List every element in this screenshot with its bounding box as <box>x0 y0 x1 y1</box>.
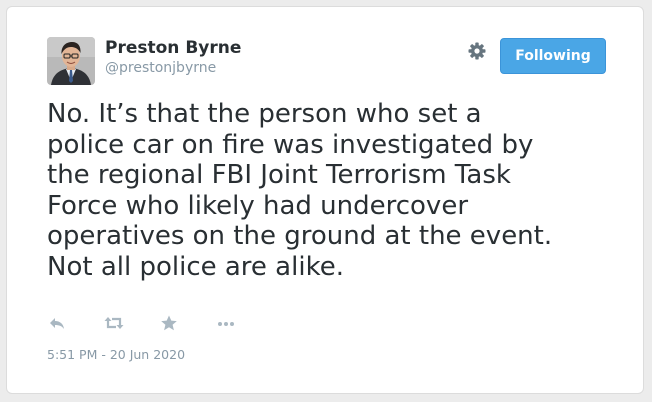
author-name[interactable]: Preston Byrne <box>105 38 241 58</box>
gear-icon[interactable] <box>467 41 487 61</box>
tweet-timestamp[interactable]: 5:51 PM - 20 Jun 2020 <box>47 347 185 362</box>
avatar[interactable] <box>47 37 95 85</box>
tweet-card: Preston Byrne @prestonjbyrne Following N… <box>6 6 644 394</box>
more-icon[interactable] <box>215 314 235 332</box>
author-handle[interactable]: @prestonjbyrne <box>105 60 216 76</box>
reply-icon[interactable] <box>47 314 67 332</box>
following-button[interactable]: Following <box>500 38 606 74</box>
retweet-icon[interactable] <box>103 314 124 332</box>
tweet-text: No. It’s that the person who set a polic… <box>47 99 553 282</box>
user-photo <box>47 37 95 85</box>
star-icon[interactable] <box>159 314 179 332</box>
